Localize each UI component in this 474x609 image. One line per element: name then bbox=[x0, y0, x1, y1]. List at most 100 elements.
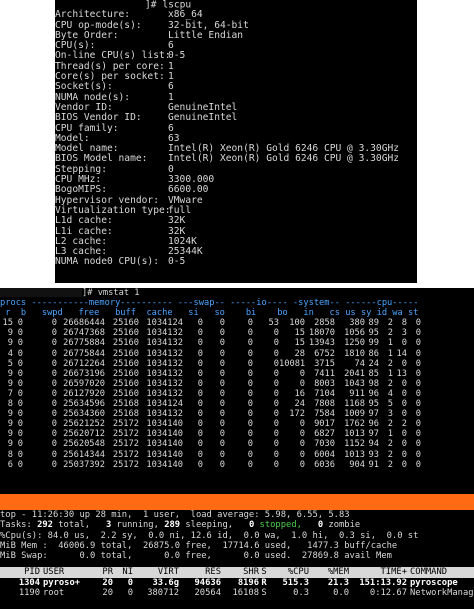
top-column-label: TIME+ bbox=[380, 567, 407, 578]
vmstat-cell: 25037392 bbox=[63, 459, 105, 470]
vmstat-cell: 1034132 bbox=[146, 348, 183, 359]
vmstat-cell: 1034132 bbox=[146, 368, 183, 379]
top-column-label: %MEM bbox=[327, 567, 349, 578]
vmstat-cell: 9 bbox=[7, 338, 13, 349]
vmstat-cell: 0 bbox=[273, 399, 279, 410]
vmstat-cell: 0 bbox=[273, 348, 279, 359]
vmstat-cell: 9 bbox=[7, 328, 13, 339]
vmstat-cell: 18070 bbox=[308, 328, 335, 339]
vmstat-cell: 26775844 bbox=[63, 348, 105, 359]
vmstat-cell: 7104 bbox=[314, 388, 335, 399]
vmstat-cell: 25614344 bbox=[63, 449, 105, 460]
vmstat-prompt: ]# vmstat 1 bbox=[0, 288, 474, 298]
vmstat-cell: 0 bbox=[401, 429, 407, 440]
vmstat-cell: 1034140 bbox=[146, 429, 183, 440]
vmstat-cell: 1034124 bbox=[146, 399, 183, 410]
redacted-hostname bbox=[55, 0, 145, 9]
vmstat-cell: 9017 bbox=[314, 419, 335, 430]
vmstat-row: 9 0 0 26673196 25160 1034132 0 0 0 0 0 7411 2041 85 1 1… bbox=[0, 369, 474, 379]
vmstat-cell: 15 bbox=[294, 328, 305, 339]
vmstat-cell: 0 bbox=[17, 399, 23, 410]
vmstat-cell: 0 bbox=[247, 439, 253, 450]
vmstat-row: 9 0 0 25621252 25172 1034140 0 0 0 0 0 9017 1762 96 2 2… bbox=[0, 419, 474, 429]
vmstat-cell: 15 bbox=[2, 318, 13, 329]
process-cell: 151:13.92 bbox=[359, 577, 407, 588]
vmstat-cell: 53 bbox=[268, 318, 279, 329]
vmstat-row: 9 0 0 25620548 25172 1034140 0 0 0 0 0 7030 1152 94 2 0… bbox=[0, 439, 474, 449]
vmstat-cell: 1 bbox=[387, 368, 393, 379]
vmstat-cell: 0 bbox=[219, 449, 225, 460]
vmstat-cell: 0 bbox=[415, 318, 421, 329]
vmstat-cell: 4 bbox=[387, 388, 393, 399]
vmstat-cell: 1034140 bbox=[146, 459, 183, 470]
process-cell: 0.0 bbox=[333, 588, 349, 599]
vmstat-cell: 25621252 bbox=[63, 419, 105, 430]
vmstat-cell: 0 bbox=[17, 328, 23, 339]
vmstat-row: 9 0 0 25620712 25172 1034140 0 0 0 0 0 6827 1013 97 1 0… bbox=[0, 429, 474, 439]
process-cell: root bbox=[43, 588, 65, 599]
lscpu-row: BIOS Model name: Intel(R) Xeon(R) Gold 62… bbox=[55, 153, 417, 165]
vmstat-row: 8 0 0 25634596 25168 1034124 0 0 0 0 24 7808 1168 95 5… bbox=[0, 399, 474, 409]
vmstat-cell: 0 bbox=[197, 439, 203, 450]
vmstat-header-columns: r b swpd free buff cache si so bi bo in … bbox=[0, 308, 419, 319]
vmstat-cell: 0 bbox=[247, 358, 253, 369]
vmstat-cell: 2 bbox=[401, 419, 407, 430]
vmstat-cell: 7808 bbox=[314, 399, 335, 410]
vmstat-cell: 0 bbox=[17, 409, 23, 420]
vmstat-cell: 25620712 bbox=[63, 429, 105, 440]
vmstat-cell: 14 bbox=[396, 348, 407, 359]
process-cell: 94636 bbox=[194, 577, 221, 588]
vmstat-cell: 5 bbox=[7, 358, 13, 369]
vmstat-cell: 0 bbox=[247, 318, 253, 329]
vmstat-cell: 9 bbox=[7, 429, 13, 440]
vmstat-cell: 95 bbox=[368, 399, 379, 410]
process-cell: 20564 bbox=[194, 588, 221, 599]
vmstat-cell: 0 bbox=[273, 338, 279, 349]
vmstat-cell: 0 bbox=[197, 318, 203, 329]
vmstat-cell: 0 bbox=[247, 419, 253, 430]
vmstat-cell: 0 bbox=[197, 368, 203, 379]
vmstat-cell: 0 bbox=[273, 459, 279, 470]
redacted-hostname bbox=[0, 288, 82, 297]
vmstat-cell: 0 bbox=[247, 429, 253, 440]
vmstat-cell: 0 bbox=[415, 358, 421, 369]
top-column-label: RES bbox=[205, 567, 221, 578]
vmstat-cell: 7584 bbox=[314, 409, 335, 420]
vmstat-cell: 25634360 bbox=[63, 409, 105, 420]
top-column-label: SHR bbox=[243, 567, 259, 578]
top-column-label: S bbox=[261, 567, 267, 578]
vmstat-cell: 28 bbox=[294, 348, 305, 359]
vmstat-cell: 0 bbox=[219, 368, 225, 379]
vmstat-cell: 0 bbox=[299, 419, 305, 430]
vmstat-cell: 0 bbox=[197, 348, 203, 359]
vmstat-cell: 1 bbox=[387, 348, 393, 359]
vmstat-cell: 1034132 bbox=[146, 378, 183, 389]
vmstat-cell: 8 bbox=[7, 449, 13, 460]
lscpu-value: Intel(R) Xeon(R) Gold 6246 CPU @ 3.30GHz bbox=[168, 153, 400, 165]
vmstat-cell: 25160 bbox=[112, 378, 139, 389]
vmstat-cell: 0 bbox=[415, 328, 421, 339]
vmstat-cell: 1034132 bbox=[146, 388, 183, 399]
vmstat-cell: 0 bbox=[401, 338, 407, 349]
vmstat-row: 7 0 0 26127920 25160 1034132 0 0 0 0 16 7104 911 96 4 0… bbox=[0, 389, 474, 399]
vmstat-cell: 0 bbox=[17, 388, 23, 399]
vmstat-cell: 0 bbox=[17, 358, 23, 369]
vmstat-cell: 0 bbox=[401, 388, 407, 399]
vmstat-cell: 172 bbox=[289, 409, 305, 420]
vmstat-cell: 1810 bbox=[344, 348, 365, 359]
vmstat-cell: 0 bbox=[197, 399, 203, 410]
vmstat-cell: 26127920 bbox=[63, 388, 105, 399]
vmstat-cell: 0 bbox=[219, 338, 225, 349]
vmstat-cell: 380 bbox=[349, 318, 365, 329]
process-cell: 20 bbox=[102, 577, 113, 588]
vmstat-cell: 7411 bbox=[314, 368, 335, 379]
vmstat-cell: 1013 bbox=[344, 449, 365, 460]
vmstat-cell: 0 bbox=[219, 409, 225, 420]
process-cell: 20 bbox=[102, 588, 113, 599]
vmstat-cell: 1152 bbox=[344, 439, 365, 450]
top-column-label: PID bbox=[24, 567, 40, 578]
lscpu-row: Byte Order: Little Endian bbox=[55, 30, 417, 41]
vmstat-cell: 2 bbox=[387, 358, 393, 369]
process-cell: pyroscope bbox=[410, 577, 458, 588]
vmstat-cell: 0 bbox=[51, 449, 57, 460]
